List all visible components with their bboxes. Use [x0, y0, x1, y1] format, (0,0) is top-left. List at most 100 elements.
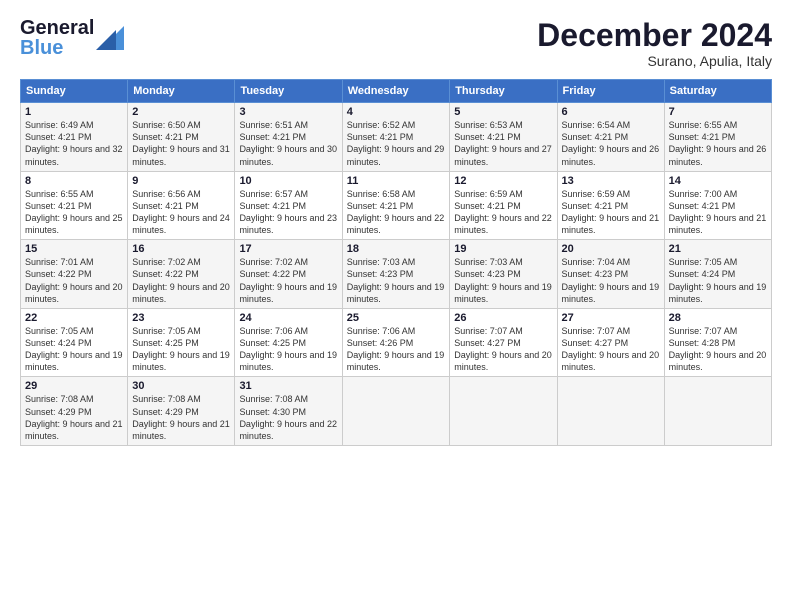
calendar-cell	[450, 377, 557, 446]
day-number: 4	[347, 106, 446, 118]
calendar-cell: 24Sunrise: 7:06 AMSunset: 4:25 PMDayligh…	[235, 308, 342, 377]
col-friday: Friday	[557, 80, 664, 103]
day-number: 24	[239, 312, 337, 324]
day-number: 14	[669, 175, 767, 187]
calendar-cell: 20Sunrise: 7:04 AMSunset: 4:23 PMDayligh…	[557, 240, 664, 309]
calendar-cell: 9Sunrise: 6:56 AMSunset: 4:21 PMDaylight…	[128, 171, 235, 240]
day-info: Sunrise: 6:55 AMSunset: 4:21 PMDaylight:…	[669, 119, 767, 168]
col-saturday: Saturday	[664, 80, 771, 103]
day-info: Sunrise: 6:49 AMSunset: 4:21 PMDaylight:…	[25, 119, 123, 168]
calendar-cell: 28Sunrise: 7:07 AMSunset: 4:28 PMDayligh…	[664, 308, 771, 377]
day-number: 27	[562, 312, 660, 324]
day-info: Sunrise: 6:50 AMSunset: 4:21 PMDaylight:…	[132, 119, 230, 168]
day-info: Sunrise: 6:59 AMSunset: 4:21 PMDaylight:…	[454, 188, 552, 237]
day-info: Sunrise: 7:05 AMSunset: 4:24 PMDaylight:…	[669, 256, 767, 305]
calendar-cell: 6Sunrise: 6:54 AMSunset: 4:21 PMDaylight…	[557, 103, 664, 172]
day-number: 18	[347, 243, 446, 255]
day-info: Sunrise: 6:56 AMSunset: 4:21 PMDaylight:…	[132, 188, 230, 237]
day-info: Sunrise: 7:02 AMSunset: 4:22 PMDaylight:…	[132, 256, 230, 305]
page: General Blue December 2024 Surano, Apuli…	[0, 0, 792, 612]
day-number: 3	[239, 106, 337, 118]
day-number: 31	[239, 380, 337, 392]
day-info: Sunrise: 7:08 AMSunset: 4:29 PMDaylight:…	[132, 393, 230, 442]
day-info: Sunrise: 7:07 AMSunset: 4:27 PMDaylight:…	[562, 325, 660, 374]
day-info: Sunrise: 7:06 AMSunset: 4:26 PMDaylight:…	[347, 325, 446, 374]
calendar-cell: 8Sunrise: 6:55 AMSunset: 4:21 PMDaylight…	[21, 171, 128, 240]
day-number: 26	[454, 312, 552, 324]
col-monday: Monday	[128, 80, 235, 103]
calendar-cell: 1Sunrise: 6:49 AMSunset: 4:21 PMDaylight…	[21, 103, 128, 172]
day-number: 13	[562, 175, 660, 187]
day-number: 12	[454, 175, 552, 187]
calendar-cell: 23Sunrise: 7:05 AMSunset: 4:25 PMDayligh…	[128, 308, 235, 377]
calendar-cell: 22Sunrise: 7:05 AMSunset: 4:24 PMDayligh…	[21, 308, 128, 377]
calendar-cell: 15Sunrise: 7:01 AMSunset: 4:22 PMDayligh…	[21, 240, 128, 309]
day-number: 9	[132, 175, 230, 187]
calendar-cell: 12Sunrise: 6:59 AMSunset: 4:21 PMDayligh…	[450, 171, 557, 240]
calendar-cell: 26Sunrise: 7:07 AMSunset: 4:27 PMDayligh…	[450, 308, 557, 377]
calendar-cell: 16Sunrise: 7:02 AMSunset: 4:22 PMDayligh…	[128, 240, 235, 309]
calendar-cell: 5Sunrise: 6:53 AMSunset: 4:21 PMDaylight…	[450, 103, 557, 172]
day-info: Sunrise: 6:59 AMSunset: 4:21 PMDaylight:…	[562, 188, 660, 237]
calendar-cell: 7Sunrise: 6:55 AMSunset: 4:21 PMDaylight…	[664, 103, 771, 172]
day-number: 22	[25, 312, 123, 324]
day-number: 8	[25, 175, 123, 187]
calendar-cell: 13Sunrise: 6:59 AMSunset: 4:21 PMDayligh…	[557, 171, 664, 240]
day-number: 20	[562, 243, 660, 255]
calendar-table: Sunday Monday Tuesday Wednesday Thursday…	[20, 79, 772, 446]
location-title: Surano, Apulia, Italy	[537, 53, 772, 69]
calendar-cell: 10Sunrise: 6:57 AMSunset: 4:21 PMDayligh…	[235, 171, 342, 240]
day-info: Sunrise: 7:05 AMSunset: 4:25 PMDaylight:…	[132, 325, 230, 374]
day-number: 5	[454, 106, 552, 118]
day-info: Sunrise: 7:08 AMSunset: 4:29 PMDaylight:…	[25, 393, 123, 442]
day-info: Sunrise: 7:02 AMSunset: 4:22 PMDaylight:…	[239, 256, 337, 305]
logo-general: General	[20, 18, 94, 38]
month-title: December 2024	[537, 18, 772, 53]
col-sunday: Sunday	[21, 80, 128, 103]
calendar-cell: 18Sunrise: 7:03 AMSunset: 4:23 PMDayligh…	[342, 240, 450, 309]
day-info: Sunrise: 6:53 AMSunset: 4:21 PMDaylight:…	[454, 119, 552, 168]
day-number: 7	[669, 106, 767, 118]
day-info: Sunrise: 6:55 AMSunset: 4:21 PMDaylight:…	[25, 188, 123, 237]
day-info: Sunrise: 6:51 AMSunset: 4:21 PMDaylight:…	[239, 119, 337, 168]
calendar-cell: 25Sunrise: 7:06 AMSunset: 4:26 PMDayligh…	[342, 308, 450, 377]
col-thursday: Thursday	[450, 80, 557, 103]
day-number: 15	[25, 243, 123, 255]
day-number: 23	[132, 312, 230, 324]
day-info: Sunrise: 6:58 AMSunset: 4:21 PMDaylight:…	[347, 188, 446, 237]
day-number: 30	[132, 380, 230, 392]
day-info: Sunrise: 7:03 AMSunset: 4:23 PMDaylight:…	[454, 256, 552, 305]
header: General Blue December 2024 Surano, Apuli…	[20, 18, 772, 69]
logo-icon	[96, 22, 124, 54]
calendar-cell: 30Sunrise: 7:08 AMSunset: 4:29 PMDayligh…	[128, 377, 235, 446]
calendar-cell: 14Sunrise: 7:00 AMSunset: 4:21 PMDayligh…	[664, 171, 771, 240]
calendar-cell: 3Sunrise: 6:51 AMSunset: 4:21 PMDaylight…	[235, 103, 342, 172]
calendar-cell	[342, 377, 450, 446]
day-number: 17	[239, 243, 337, 255]
logo-blue: Blue	[20, 38, 94, 58]
day-number: 2	[132, 106, 230, 118]
day-number: 11	[347, 175, 446, 187]
calendar-cell	[557, 377, 664, 446]
day-info: Sunrise: 7:07 AMSunset: 4:27 PMDaylight:…	[454, 325, 552, 374]
day-info: Sunrise: 7:08 AMSunset: 4:30 PMDaylight:…	[239, 393, 337, 442]
logo: General Blue	[20, 18, 124, 58]
day-info: Sunrise: 7:00 AMSunset: 4:21 PMDaylight:…	[669, 188, 767, 237]
day-info: Sunrise: 7:01 AMSunset: 4:22 PMDaylight:…	[25, 256, 123, 305]
calendar-cell: 21Sunrise: 7:05 AMSunset: 4:24 PMDayligh…	[664, 240, 771, 309]
calendar-cell: 27Sunrise: 7:07 AMSunset: 4:27 PMDayligh…	[557, 308, 664, 377]
day-info: Sunrise: 6:52 AMSunset: 4:21 PMDaylight:…	[347, 119, 446, 168]
calendar-cell: 29Sunrise: 7:08 AMSunset: 4:29 PMDayligh…	[21, 377, 128, 446]
day-number: 21	[669, 243, 767, 255]
day-info: Sunrise: 7:03 AMSunset: 4:23 PMDaylight:…	[347, 256, 446, 305]
col-tuesday: Tuesday	[235, 80, 342, 103]
day-info: Sunrise: 6:54 AMSunset: 4:21 PMDaylight:…	[562, 119, 660, 168]
day-number: 19	[454, 243, 552, 255]
day-info: Sunrise: 7:05 AMSunset: 4:24 PMDaylight:…	[25, 325, 123, 374]
day-number: 29	[25, 380, 123, 392]
day-number: 16	[132, 243, 230, 255]
day-number: 6	[562, 106, 660, 118]
calendar-cell: 4Sunrise: 6:52 AMSunset: 4:21 PMDaylight…	[342, 103, 450, 172]
day-number: 25	[347, 312, 446, 324]
calendar-cell: 17Sunrise: 7:02 AMSunset: 4:22 PMDayligh…	[235, 240, 342, 309]
